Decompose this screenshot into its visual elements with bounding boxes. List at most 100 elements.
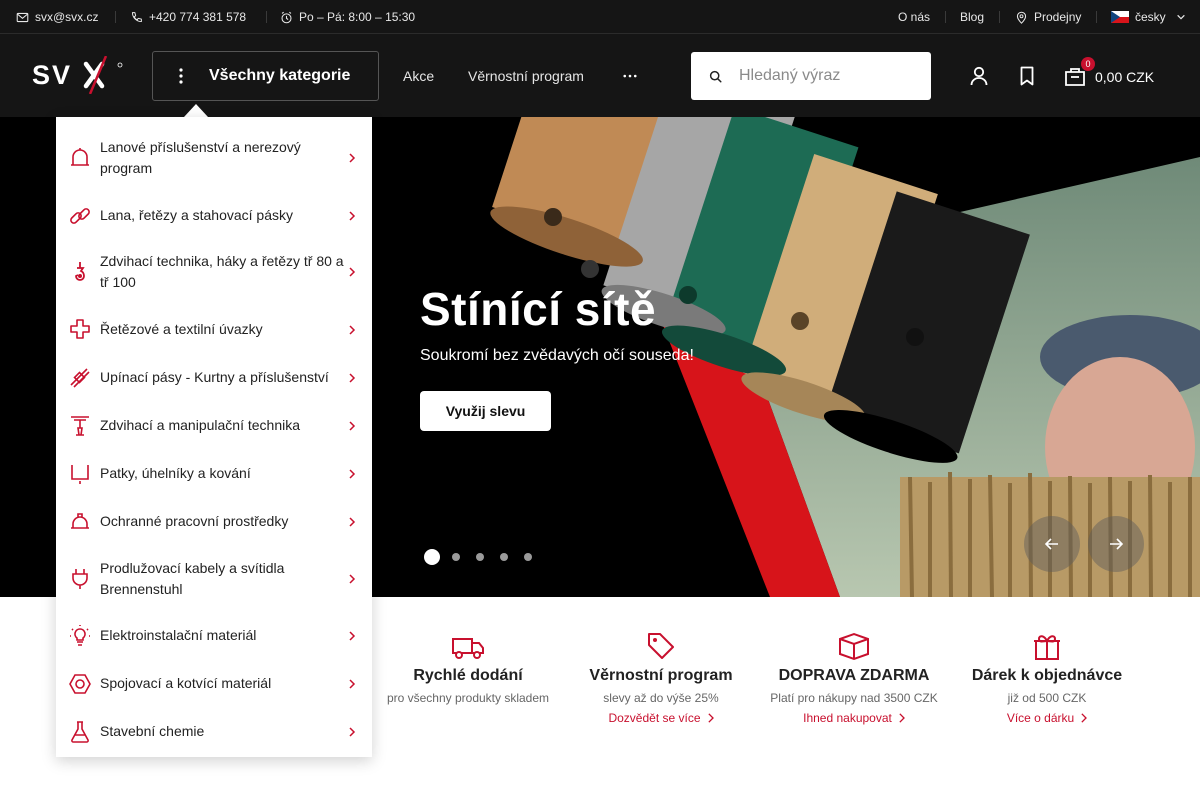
category-item[interactable]: Prodlužovací kabely a svítidla Brennenst… bbox=[56, 557, 372, 601]
account-icon[interactable] bbox=[967, 64, 991, 88]
chevron-right-icon bbox=[349, 153, 356, 163]
email-link[interactable]: svx@svx.cz bbox=[16, 0, 99, 34]
blog-link[interactable]: Blog bbox=[960, 0, 984, 34]
flask-icon bbox=[71, 720, 89, 743]
chain-link-icon bbox=[70, 207, 90, 224]
category-label: Zdvihací a manipulační technika bbox=[100, 417, 300, 433]
category-item[interactable]: Zdvihací a manipulační technika bbox=[56, 415, 372, 436]
slider-prev-button[interactable] bbox=[1024, 516, 1080, 572]
feature-link-label: Dozvědět se více bbox=[608, 711, 701, 725]
chevron-right-icon bbox=[1081, 713, 1088, 723]
bracket-icon bbox=[71, 464, 89, 484]
feature-title: Věrnostní program bbox=[589, 667, 733, 684]
bookmark-icon[interactable] bbox=[1015, 64, 1039, 88]
category-item[interactable]: Patky, úhelníky a kování bbox=[56, 463, 372, 484]
all-categories-label: Všechny kategorie bbox=[209, 67, 351, 84]
dropdown-caret bbox=[184, 104, 208, 117]
plug-icon bbox=[72, 569, 88, 589]
hoist-icon bbox=[71, 415, 89, 436]
chevron-right-icon bbox=[349, 420, 356, 431]
hours-text: Po – Pá: 8:00 – 15:30 bbox=[299, 10, 416, 24]
category-item[interactable]: Řetězové a textilní úvazky bbox=[56, 318, 372, 340]
phone-icon bbox=[131, 11, 142, 22]
strap-icon bbox=[70, 367, 90, 388]
czech-flag-icon bbox=[1111, 11, 1129, 23]
opening-hours: Po – Pá: 8:00 – 15:30 bbox=[280, 0, 415, 34]
language-selector[interactable]: česky bbox=[1111, 0, 1186, 34]
category-label: Lanové příslušenství a nerezový program bbox=[100, 139, 301, 176]
location-pin-icon bbox=[1016, 11, 1027, 24]
slider-dot-1[interactable] bbox=[424, 549, 440, 565]
feature-link[interactable]: Ihned nakupovat bbox=[803, 711, 905, 725]
slider-dot-3[interactable] bbox=[476, 553, 484, 561]
about-label: O nás bbox=[898, 10, 931, 24]
slider-dot-2[interactable] bbox=[452, 553, 460, 561]
feature-title: Dárek k objednávce bbox=[971, 667, 1123, 684]
chevron-right-icon bbox=[899, 713, 905, 723]
hero-title: Stínící sítě bbox=[420, 283, 657, 335]
category-item[interactable]: Spojovací a kotvící materiál bbox=[56, 673, 372, 694]
slider-dot-4[interactable] bbox=[500, 553, 508, 561]
phone-link[interactable]: +420 774 381 578 bbox=[130, 0, 246, 34]
arrow-right-icon bbox=[1110, 538, 1124, 550]
feature-desc: již od 500 CZK bbox=[1007, 691, 1087, 705]
all-categories-button[interactable]: Všechny kategorie bbox=[152, 51, 379, 101]
feature-link[interactable]: Více o dárku bbox=[1007, 711, 1088, 725]
stores-label: Prodejny bbox=[1034, 10, 1082, 24]
slider-next-button[interactable] bbox=[1088, 516, 1144, 572]
chevron-right-icon bbox=[349, 468, 356, 479]
mail-icon bbox=[16, 12, 29, 22]
feature-gift: Dárek k objednávce již od 500 CZK Více o… bbox=[957, 631, 1137, 727]
more-dots-icon[interactable] bbox=[623, 74, 637, 78]
feature-desc: slevy až do výše 25% bbox=[603, 691, 719, 705]
nav-link-loyalty[interactable]: Věrnostní program bbox=[468, 68, 584, 84]
feature-free-shipping: DOPRAVA ZDARMA Platí pro nákupy nad 3500… bbox=[764, 631, 944, 727]
box-icon bbox=[839, 632, 869, 661]
feature-loyalty: Věrnostní program slevy až do výše 25% D… bbox=[571, 631, 751, 727]
category-item[interactable]: Elektroinstalační materiál bbox=[56, 624, 372, 646]
about-link[interactable]: O nás bbox=[898, 0, 930, 34]
chevron-right-icon bbox=[349, 516, 356, 527]
category-item[interactable]: Upínací pásy - Kurtny a příslušenství bbox=[56, 367, 372, 388]
chevron-right-icon bbox=[349, 574, 356, 584]
main-header: SV Všechny kategorie Akce Věrnostní prog… bbox=[0, 34, 1200, 117]
svx-logo[interactable]: SV bbox=[32, 56, 124, 94]
email-text: svx@svx.cz bbox=[35, 10, 99, 24]
search-input[interactable] bbox=[739, 67, 919, 85]
bulb-icon bbox=[70, 624, 90, 646]
chevron-right-icon bbox=[349, 678, 356, 689]
category-label: Patky, úhelníky a kování bbox=[100, 465, 251, 481]
language-label: česky bbox=[1135, 10, 1166, 24]
phone-text: +420 774 381 578 bbox=[149, 10, 247, 24]
bell-icon bbox=[71, 148, 89, 166]
category-item[interactable]: Ochranné pracovní prostředky bbox=[56, 511, 372, 532]
category-item[interactable]: Stavební chemie bbox=[56, 720, 372, 743]
feature-desc: Platí pro nákupy nad 3500 CZK bbox=[770, 691, 938, 705]
search-icon[interactable] bbox=[691, 70, 739, 83]
feature-fast-delivery: Rychlé dodání pro všechny produkty sklad… bbox=[378, 631, 558, 707]
cart-total[interactable]: 0,00 CZK bbox=[1095, 69, 1154, 85]
category-label: Lana, řetězy a stahovací pásky bbox=[100, 207, 293, 223]
tag-icon bbox=[648, 633, 674, 659]
slider-dot-5[interactable] bbox=[524, 553, 532, 561]
feature-desc: pro všechny produkty skladem bbox=[386, 691, 550, 705]
category-item[interactable]: Lanové příslušenství a nerezový program bbox=[56, 136, 372, 180]
blog-label: Blog bbox=[960, 10, 985, 24]
category-item[interactable]: Lana, řetězy a stahovací pásky bbox=[56, 205, 372, 226]
category-label: Zdvihací technika, háky a řetězy tř 80 a… bbox=[100, 253, 344, 290]
nav-link-akce[interactable]: Akce bbox=[403, 68, 434, 84]
chevron-right-icon bbox=[349, 210, 356, 221]
truck-icon bbox=[452, 638, 484, 659]
nut-icon bbox=[69, 673, 91, 694]
category-label: Ochranné pracovní prostředky bbox=[100, 513, 289, 529]
chevron-right-icon bbox=[349, 324, 356, 335]
chevron-down-icon bbox=[1176, 14, 1185, 20]
hero-cta-button[interactable]: Využij slevu bbox=[420, 391, 551, 431]
stores-link[interactable]: Prodejny bbox=[1015, 0, 1081, 34]
category-dropdown-menu: Lanové příslušenství a nerezový program … bbox=[56, 117, 372, 757]
category-item[interactable]: Zdvihací technika, háky a řetězy tř 80 a… bbox=[56, 250, 372, 294]
chevron-right-icon bbox=[349, 372, 356, 383]
feature-link[interactable]: Dozvědět se více bbox=[608, 711, 714, 725]
feature-link-label: Ihned nakupovat bbox=[803, 711, 892, 725]
gift-icon bbox=[1034, 635, 1060, 660]
